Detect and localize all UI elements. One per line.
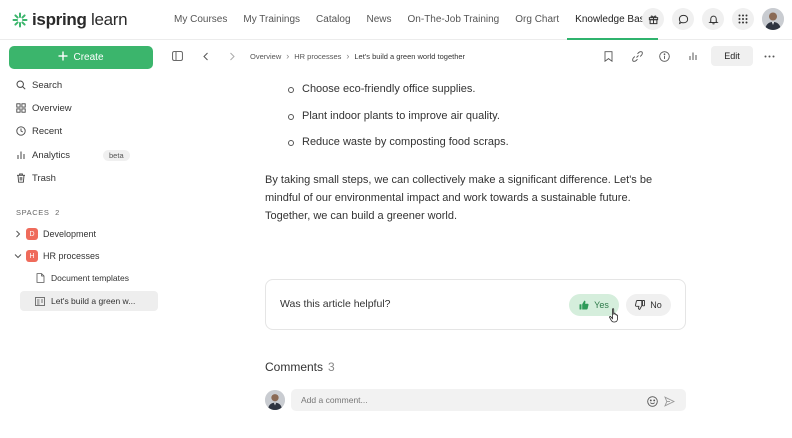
nav-on-the-job-training[interactable]: On-The-Job Training: [400, 0, 508, 40]
sidebar-item-label: Search: [32, 79, 63, 91]
sidebar-item-label: Analytics: [32, 149, 71, 161]
article-bullet-list: Choose eco-friendly office supplies. Pla…: [285, 81, 509, 161]
user-avatar[interactable]: [762, 8, 784, 30]
doc-name: Let's build a green w...: [51, 296, 136, 306]
trash-icon: [17, 173, 25, 183]
chevron-right-icon[interactable]: [14, 230, 22, 238]
article-icon: [35, 296, 45, 306]
list-item: Plant indoor plants to improve air quali…: [285, 108, 509, 135]
sidebar-item-overview[interactable]: Overview: [16, 100, 72, 116]
space-name: Development: [43, 229, 97, 239]
top-right-actions: [642, 8, 784, 30]
breadcrumb-separator-icon: ›: [286, 51, 290, 61]
more-horizontal-icon: [764, 55, 775, 57]
spaces-count: 2: [55, 208, 60, 217]
sidebar-toggle-icon: [172, 51, 183, 61]
space-letter-badge: D: [26, 228, 38, 240]
breadcrumb-hr-processes[interactable]: HR processes: [294, 52, 341, 61]
chevron-left-icon: [203, 52, 208, 60]
clock-icon: [16, 126, 26, 136]
logo-text: ispring learn: [32, 10, 128, 29]
breadcrumb: Overview › HR processes › Let's build a …: [250, 46, 465, 66]
ispring-logo-icon: [12, 12, 28, 28]
space-development[interactable]: D Development: [14, 227, 96, 241]
nav-news[interactable]: News: [359, 0, 400, 40]
nav-catalog[interactable]: Catalog: [308, 0, 358, 40]
sidebar-item-analytics[interactable]: Analytics beta: [16, 147, 130, 163]
bookmark-button[interactable]: [604, 46, 613, 66]
create-label: Create: [73, 52, 104, 63]
apps-grid-icon[interactable]: [732, 8, 754, 30]
main-nav: My Courses My Trainings Catalog News On-…: [166, 0, 659, 40]
nav-my-trainings[interactable]: My Trainings: [235, 0, 308, 40]
info-button[interactable]: [659, 46, 670, 66]
doc-lets-build-a-green-world[interactable]: Let's build a green w...: [20, 291, 158, 311]
beta-badge: beta: [103, 149, 130, 161]
analytics-icon: [689, 52, 697, 60]
search-icon: [16, 80, 26, 90]
thumbs-up-icon: [579, 300, 589, 310]
sidebar-item-label: Recent: [32, 125, 63, 137]
helpful-no-button[interactable]: No: [626, 294, 671, 316]
list-item: Reduce waste by composting food scraps.: [285, 134, 509, 161]
chevron-right-icon: [230, 52, 235, 60]
comments-count: 3: [328, 360, 335, 374]
space-hr-processes[interactable]: H HR processes: [14, 249, 100, 263]
yes-label: Yes: [594, 300, 609, 310]
nav-org-chart[interactable]: Org Chart: [507, 0, 567, 40]
plus-icon: [58, 51, 68, 64]
bell-icon[interactable]: [702, 8, 724, 30]
top-bar: ispring learn My Courses My Trainings Ca…: [0, 0, 792, 40]
hand-cursor-icon: [609, 308, 621, 328]
breadcrumb-overview[interactable]: Overview: [250, 52, 281, 61]
comment-input-actions: [647, 394, 676, 412]
feedback-question: Was this article helpful?: [280, 298, 391, 310]
toggle-sidebar-button[interactable]: [172, 46, 183, 66]
nav-my-courses[interactable]: My Courses: [166, 0, 235, 40]
statistics-button[interactable]: [688, 46, 698, 66]
copy-link-button[interactable]: [632, 46, 643, 66]
link-icon: [632, 50, 643, 62]
gift-icon[interactable]: [642, 8, 664, 30]
overview-grid-icon: [16, 103, 26, 113]
emoji-icon[interactable]: [647, 394, 658, 412]
sidebar-item-recent[interactable]: Recent: [16, 123, 62, 139]
breadcrumb-separator-icon: ›: [346, 51, 350, 61]
spaces-heading: SPACES 2: [16, 208, 60, 217]
sidebar-item-label: Trash: [32, 172, 56, 184]
info-icon: [659, 50, 670, 62]
document-icon: [36, 273, 45, 283]
breadcrumb-current: Let's build a green world together: [354, 51, 466, 61]
sidebar-item-label: Overview: [32, 102, 72, 114]
no-label: No: [650, 300, 662, 310]
chevron-down-icon[interactable]: [14, 252, 22, 260]
list-item: Choose eco-friendly office supplies.: [285, 81, 509, 108]
analytics-icon: [17, 151, 25, 159]
back-button[interactable]: [202, 46, 210, 66]
sidebar-item-trash[interactable]: Trash: [16, 170, 56, 186]
article-paragraph: By taking small steps, we can collective…: [265, 174, 653, 222]
comment-input[interactable]: [291, 389, 686, 411]
avatar: [265, 390, 285, 410]
sidebar-item-search[interactable]: Search: [16, 77, 62, 93]
chat-icon[interactable]: [672, 8, 694, 30]
more-options-button[interactable]: [764, 46, 775, 66]
bookmark-icon: [604, 50, 613, 62]
doc-document-templates[interactable]: Document templates: [36, 271, 129, 285]
ispring-learn-logo[interactable]: ispring learn: [12, 10, 128, 30]
doc-name: Document templates: [51, 273, 129, 283]
space-name: HR processes: [43, 251, 100, 261]
comments-heading: Comments 3: [265, 360, 335, 374]
space-letter-badge: H: [26, 250, 38, 262]
create-button[interactable]: Create: [9, 46, 153, 69]
thumbs-down-icon: [635, 300, 646, 310]
send-icon[interactable]: [664, 394, 676, 412]
spaces-heading-label: SPACES: [16, 208, 50, 217]
forward-button[interactable]: [228, 46, 236, 66]
article-feedback-card: Was this article helpful? Yes No: [265, 279, 686, 330]
comments-title: Comments: [265, 360, 324, 374]
edit-button[interactable]: Edit: [711, 46, 753, 66]
